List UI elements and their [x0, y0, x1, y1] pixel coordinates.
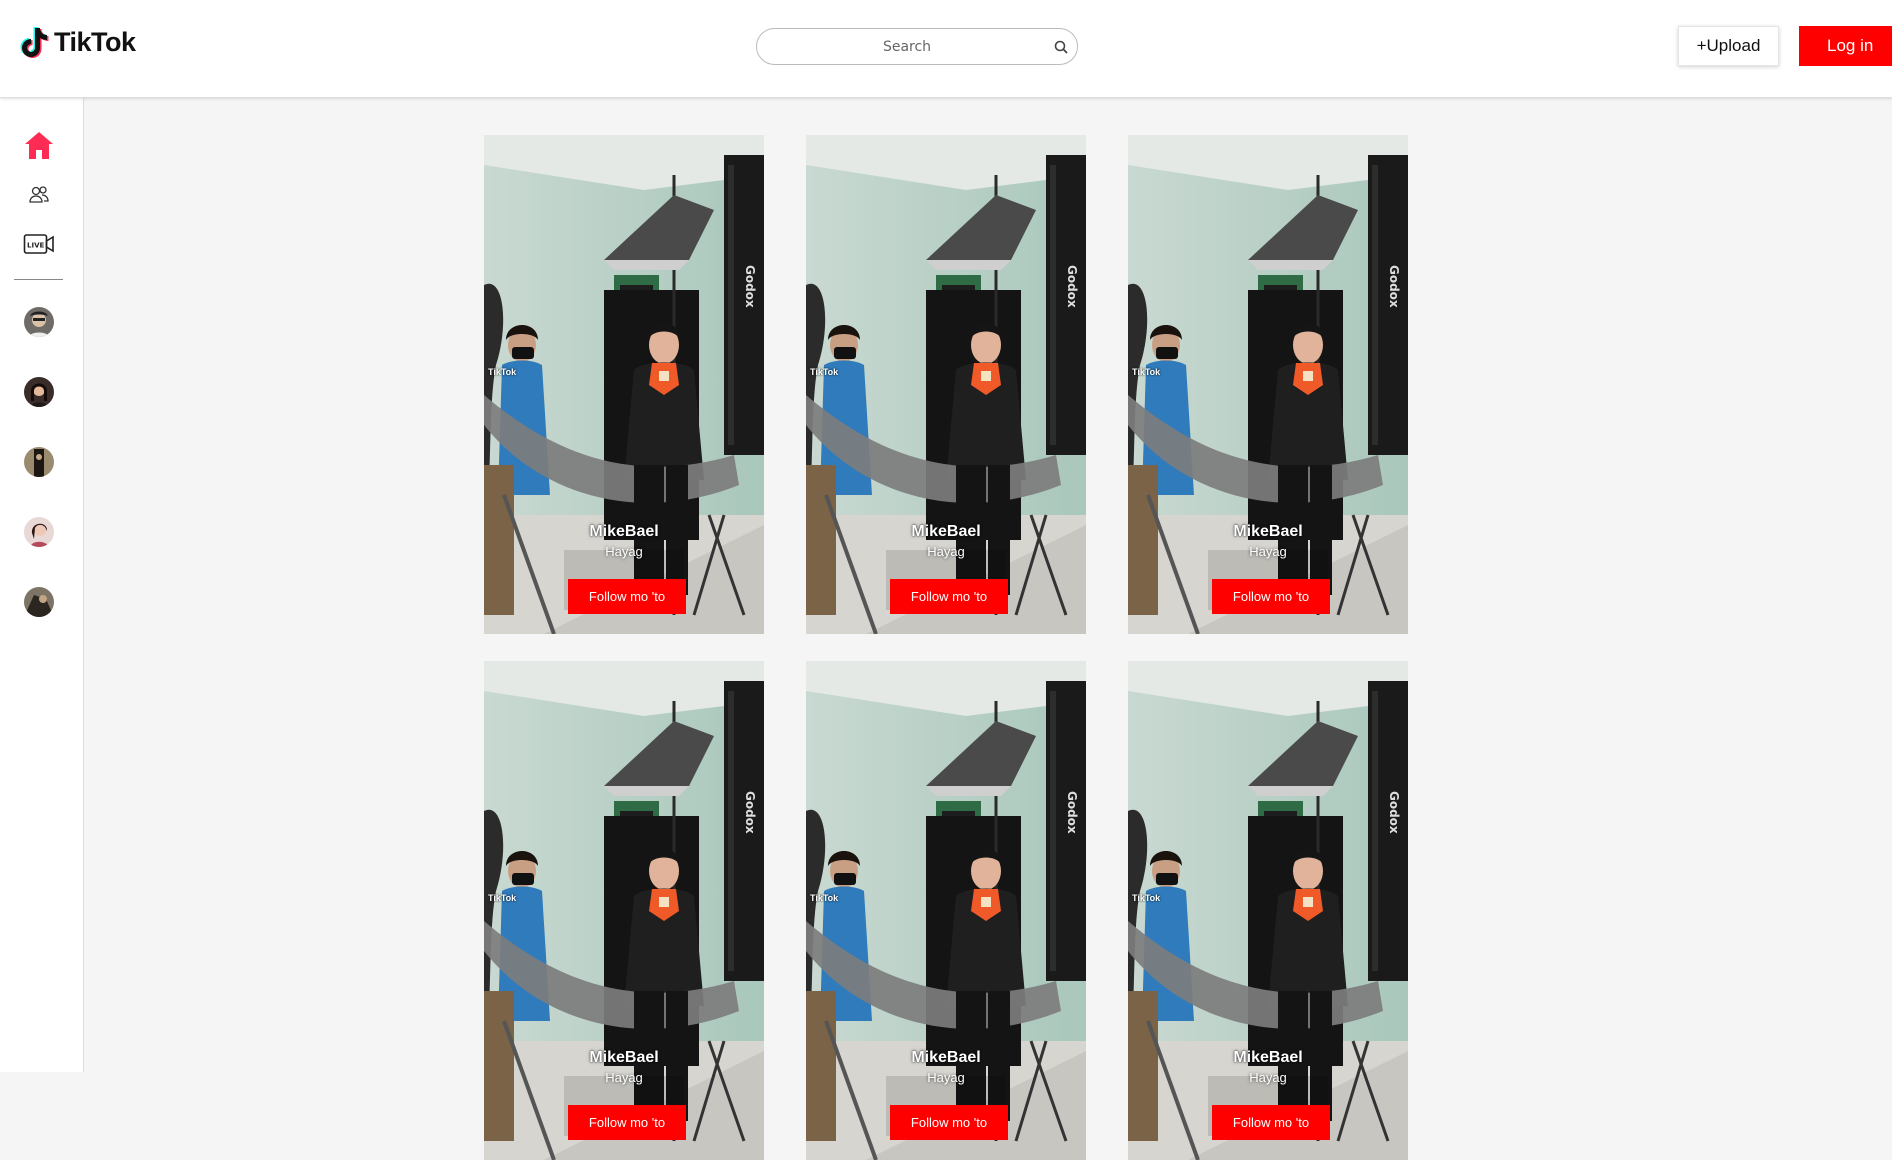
follow-button[interactable]: Follow mo 'to	[568, 1105, 686, 1140]
sidebar-item-live[interactable]: LIVE	[20, 225, 58, 263]
video-card[interactable]: Godox TikTok MikeBael Hayag Follow mo 't…	[1128, 135, 1408, 634]
search-input[interactable]	[757, 29, 1047, 64]
tiktok-logo[interactable]: TikTok	[20, 26, 136, 58]
login-button[interactable]: Log in	[1799, 26, 1892, 66]
search-button[interactable]	[1049, 35, 1073, 59]
card-subtitle: Hayag	[927, 544, 965, 559]
tiktok-watermark: TikTok	[1132, 893, 1161, 903]
sidebar-item-following[interactable]	[20, 176, 58, 214]
svg-text:LIVE: LIVE	[27, 242, 44, 250]
video-thumbnail: Godox	[806, 135, 1086, 634]
tiktok-watermark: TikTok	[488, 893, 517, 903]
avatar[interactable]	[24, 307, 54, 337]
card-username: MikeBael	[1233, 523, 1303, 540]
card-username: MikeBael	[911, 523, 981, 540]
svg-text:Godox: Godox	[1065, 791, 1079, 834]
card-username: MikeBael	[1233, 1049, 1303, 1066]
card-subtitle: Hayag	[605, 1070, 643, 1085]
svg-text:Godox: Godox	[743, 791, 757, 834]
following-icon	[29, 186, 49, 203]
svg-text:Godox: Godox	[1065, 265, 1079, 308]
video-card[interactable]: Godox TikTok MikeBael Hayag Follow mo 't…	[484, 661, 764, 1160]
card-subtitle: Hayag	[1249, 1070, 1287, 1085]
home-icon	[25, 132, 53, 159]
logo-text: TikTok	[54, 26, 136, 57]
avatar[interactable]	[24, 447, 54, 477]
avatar[interactable]	[24, 517, 54, 547]
tiktok-watermark: TikTok	[488, 367, 517, 377]
avatar-image	[24, 377, 54, 407]
follow-button[interactable]: Follow mo 'to	[890, 579, 1008, 614]
video-thumbnail: Godox	[484, 661, 764, 1160]
follow-button[interactable]: Follow mo 'to	[568, 579, 686, 614]
card-username: MikeBael	[589, 523, 659, 540]
avatar-image	[24, 517, 54, 547]
video-thumbnail: Godox	[806, 661, 1086, 1160]
follow-button[interactable]: Follow mo 'to	[1212, 1105, 1330, 1140]
search-bar	[756, 28, 1078, 65]
search-icon	[1054, 40, 1068, 54]
tiktok-note-icon	[20, 27, 49, 58]
card-subtitle: Hayag	[1249, 544, 1287, 559]
tiktok-watermark: TikTok	[810, 367, 839, 377]
card-username: MikeBael	[911, 1049, 981, 1066]
top-bar: TikTok +Upload Log in	[0, 0, 1892, 98]
upload-button[interactable]: +Upload	[1678, 26, 1779, 66]
avatar-image	[24, 587, 54, 617]
avatar[interactable]	[24, 587, 54, 617]
sidebar: LIVE	[0, 98, 84, 1072]
card-username: MikeBael	[589, 1049, 659, 1066]
avatar-image	[24, 307, 54, 337]
tiktok-watermark: TikTok	[1132, 367, 1161, 377]
svg-text:Godox: Godox	[1387, 265, 1401, 308]
sidebar-item-home[interactable]	[20, 126, 58, 164]
svg-text:Godox: Godox	[743, 265, 757, 308]
video-thumbnail: Godox	[1128, 135, 1408, 634]
live-icon: LIVE	[23, 234, 54, 254]
avatar-image	[24, 447, 54, 477]
video-thumbnail: Godox	[484, 135, 764, 634]
video-card[interactable]: Godox TikTok MikeBael Hayag Follow mo 't…	[1128, 661, 1408, 1160]
video-card[interactable]: Godox TikTok MikeBael Hayag Follow mo 't…	[806, 135, 1086, 634]
tiktok-watermark: TikTok	[810, 893, 839, 903]
follow-button[interactable]: Follow mo 'to	[890, 1105, 1008, 1140]
video-thumbnail: Godox	[1128, 661, 1408, 1160]
avatar[interactable]	[24, 377, 54, 407]
video-card[interactable]: Godox TikTok MikeBael Hayag Follow mo 't…	[806, 661, 1086, 1160]
svg-text:Godox: Godox	[1387, 791, 1401, 834]
video-card[interactable]: Godox TikTok MikeBael Hayag Follow mo 't…	[484, 135, 764, 634]
card-subtitle: Hayag	[605, 544, 643, 559]
card-subtitle: Hayag	[927, 1070, 965, 1085]
follow-button[interactable]: Follow mo 'to	[1212, 579, 1330, 614]
sidebar-divider	[14, 279, 63, 280]
